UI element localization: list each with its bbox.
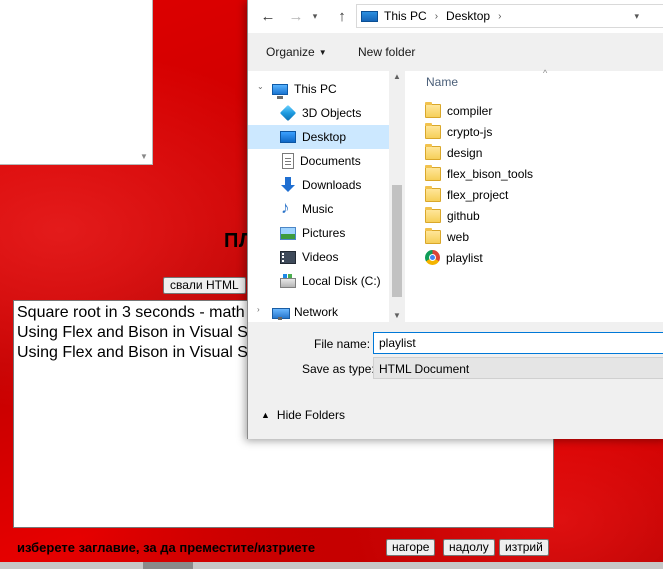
file-item-web[interactable]: web bbox=[425, 226, 469, 247]
arrow-left-icon[interactable]: ← bbox=[258, 6, 278, 26]
nav-item-network[interactable]: Network bbox=[248, 300, 389, 324]
nav-item-this-pc[interactable]: This PC bbox=[248, 77, 389, 101]
breadcrumb-desktop[interactable]: Desktop bbox=[446, 9, 490, 23]
nav-item-label: 3D Objects bbox=[302, 106, 362, 120]
delete-button[interactable]: изтрий bbox=[499, 539, 549, 556]
file-name-label: File name: bbox=[314, 337, 371, 351]
sort-caret-icon: ^ bbox=[543, 68, 548, 78]
file-item-playlist[interactable]: playlist bbox=[425, 247, 483, 268]
picture-icon bbox=[280, 226, 296, 240]
nav-item-downloads[interactable]: Downloads bbox=[248, 173, 389, 197]
computer-icon bbox=[361, 10, 378, 22]
file-item-compiler[interactable]: compiler bbox=[425, 100, 492, 121]
nav-item-desktop[interactable]: Desktop bbox=[248, 125, 389, 149]
nav-item-label: Desktop bbox=[302, 130, 347, 144]
nav-item-label: Downloads bbox=[302, 178, 362, 192]
folder-icon bbox=[425, 206, 441, 223]
file-item-github[interactable]: github bbox=[425, 205, 480, 226]
navigation-pane-scrollbar[interactable]: ▲ ▼ bbox=[389, 71, 405, 322]
network-icon bbox=[272, 304, 290, 320]
selection-hint: изберете заглавие, за да преместите/изтр… bbox=[17, 540, 316, 555]
navigation-scrollbar-thumb[interactable] bbox=[392, 185, 402, 297]
dialog-navigation-bar: ← → ▾ ↑ This PC › Desktop › ▾ bbox=[248, 0, 663, 33]
computer-icon bbox=[272, 83, 288, 99]
file-item-label: github bbox=[447, 208, 480, 223]
cube-icon bbox=[279, 104, 297, 122]
chevron-down-icon[interactable]: ▾ bbox=[309, 6, 321, 26]
folder-icon bbox=[425, 122, 441, 139]
file-list-pane: ^ Name compiler crypto-js design flex_bi… bbox=[405, 68, 663, 322]
organize-button[interactable]: Organize ▼ bbox=[266, 45, 327, 59]
arrow-up-icon[interactable]: ↑ bbox=[332, 6, 352, 26]
chrome-html-icon bbox=[425, 250, 440, 265]
move-down-button[interactable]: надолу bbox=[443, 539, 495, 556]
hide-folders-label: Hide Folders bbox=[276, 408, 345, 422]
file-item-label: compiler bbox=[447, 103, 493, 118]
folder-icon bbox=[425, 227, 441, 244]
file-item-label: flex_project bbox=[447, 187, 509, 202]
nav-item-label: Videos bbox=[302, 250, 339, 264]
file-item-crypto-js[interactable]: crypto-js bbox=[425, 121, 492, 142]
dialog-toolbar: Organize ▼ New folder bbox=[248, 33, 663, 71]
file-item-label: crypto-js bbox=[447, 124, 493, 139]
nav-item-label: Local Disk (C:) bbox=[302, 274, 381, 288]
top-textarea[interactable]: ▼ bbox=[0, 0, 153, 165]
navigation-pane: ⌄ This PC 3D Objects Desktop Documents D… bbox=[248, 71, 405, 322]
nav-item-label: Network bbox=[294, 305, 339, 319]
nav-item-videos[interactable]: Videos bbox=[248, 245, 389, 269]
nav-item-pictures[interactable]: Pictures bbox=[248, 221, 389, 245]
file-item-label: flex_bison_tools bbox=[447, 166, 534, 181]
nav-item-label: This PC bbox=[294, 82, 337, 96]
save-form: File name: Save as type: HTML Document ▲… bbox=[248, 322, 663, 439]
nav-item-label: Documents bbox=[300, 154, 361, 168]
hide-folders-button[interactable]: ▲ Hide Folders bbox=[261, 408, 345, 422]
chevron-right-icon[interactable]: › bbox=[498, 11, 501, 22]
move-up-button[interactable]: нагоре bbox=[386, 539, 436, 556]
desktop-icon bbox=[280, 131, 296, 143]
breadcrumb-this-pc[interactable]: This PC bbox=[384, 9, 427, 23]
file-item-label: web bbox=[447, 229, 470, 244]
download-icon bbox=[280, 177, 296, 193]
arrow-right-icon[interactable]: → bbox=[286, 6, 306, 26]
folder-icon bbox=[425, 101, 441, 118]
nav-item-label: Pictures bbox=[302, 226, 346, 240]
file-item-label: playlist bbox=[446, 250, 483, 265]
caret-down-icon: ▼ bbox=[318, 48, 327, 57]
folder-icon bbox=[425, 164, 441, 181]
disk-icon bbox=[280, 273, 296, 288]
chevron-down-icon[interactable]: ▾ bbox=[634, 11, 639, 22]
nav-item-3d-objects[interactable]: 3D Objects bbox=[248, 101, 389, 125]
page-horizontal-scrollbar[interactable] bbox=[0, 562, 663, 569]
download-html-button[interactable]: свали HTML bbox=[163, 277, 246, 294]
new-folder-button[interactable]: New folder bbox=[358, 45, 415, 59]
video-icon bbox=[280, 250, 296, 264]
document-icon bbox=[282, 153, 294, 169]
scroll-down-arrow-icon[interactable]: ▼ bbox=[140, 152, 148, 161]
chevron-up-icon: ▲ bbox=[261, 410, 270, 420]
top-textarea-scrollbar[interactable]: ▼ bbox=[137, 0, 152, 164]
organize-label: Organize bbox=[266, 45, 315, 59]
save-as-type-label: Save as type: bbox=[302, 362, 375, 376]
chevron-right-icon[interactable]: › bbox=[435, 11, 438, 22]
file-item-flex-project[interactable]: flex_project bbox=[425, 184, 508, 205]
nav-item-label: Music bbox=[302, 202, 334, 216]
file-name-input[interactable] bbox=[373, 332, 663, 354]
file-item-label: design bbox=[447, 145, 483, 160]
nav-item-local-disk[interactable]: Local Disk (C:) bbox=[248, 269, 389, 293]
save-as-dialog: ← → ▾ ↑ This PC › Desktop › ▾ Organize ▼ … bbox=[247, 0, 663, 439]
scroll-down-arrow-icon[interactable]: ▼ bbox=[393, 311, 401, 320]
nav-item-documents[interactable]: Documents bbox=[248, 149, 389, 173]
folder-icon bbox=[425, 185, 441, 202]
file-item-design[interactable]: design bbox=[425, 142, 482, 163]
scroll-up-arrow-icon[interactable]: ▲ bbox=[393, 72, 401, 81]
save-as-type-select[interactable]: HTML Document bbox=[373, 357, 663, 379]
folder-icon bbox=[425, 143, 441, 160]
page-scrollbar-thumb[interactable] bbox=[143, 562, 193, 569]
nav-item-music[interactable]: Music bbox=[248, 197, 389, 221]
file-item-flex-bison-tools[interactable]: flex_bison_tools bbox=[425, 163, 533, 184]
music-icon bbox=[280, 198, 296, 218]
dialog-body: ⌄ This PC 3D Objects Desktop Documents D… bbox=[248, 68, 663, 393]
address-bar[interactable]: This PC › Desktop › ▾ bbox=[356, 4, 663, 28]
column-header-name[interactable]: Name bbox=[426, 75, 458, 89]
